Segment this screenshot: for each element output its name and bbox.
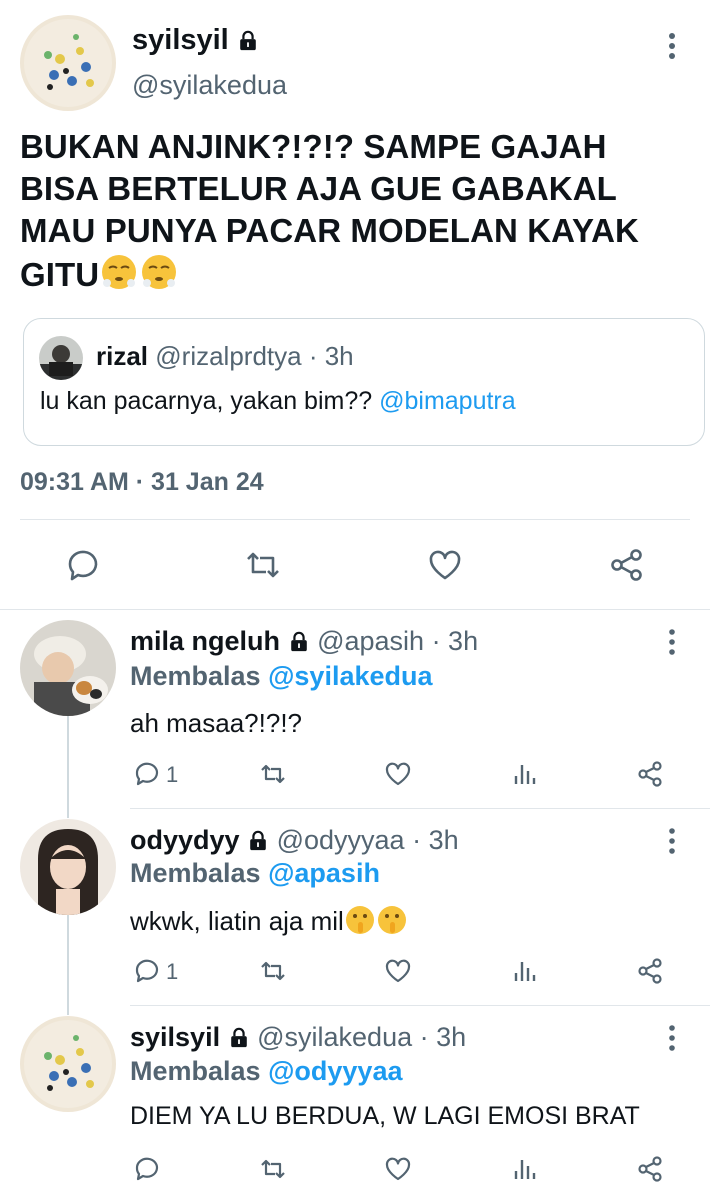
analytics-icon[interactable] xyxy=(511,1155,539,1183)
quoted-author-name: rizal xyxy=(96,341,149,371)
face-with-steam-emoji xyxy=(99,252,139,292)
analytics-icon[interactable] xyxy=(511,957,539,985)
like-icon[interactable] xyxy=(426,546,464,584)
retweet-icon[interactable] xyxy=(259,1155,287,1183)
reply-time: · 3h xyxy=(431,626,479,656)
shushing-face-emoji xyxy=(344,904,376,936)
more-options-icon[interactable] xyxy=(662,827,682,855)
shushing-face-emoji xyxy=(376,904,408,936)
reply-avatar[interactable] xyxy=(20,620,116,716)
quoted-time: · 3h xyxy=(308,341,354,371)
like-icon[interactable] xyxy=(384,760,412,788)
thread-line xyxy=(67,716,69,818)
reply-author-handle[interactable]: @syilakedua xyxy=(257,1022,412,1052)
lock-icon xyxy=(250,830,266,851)
tweet-text: BUKAN ANJINK?!?!? SAMPE GAJAH BISA BERTE… xyxy=(20,126,690,296)
quoted-text: lu kan pacarnya, yakan bim?? xyxy=(40,387,373,415)
replying-label: Membalas xyxy=(130,661,261,691)
reply-count: 1 xyxy=(166,762,179,787)
reply-text: wkwk, liatin aja mil xyxy=(130,904,408,937)
more-options-icon[interactable] xyxy=(662,1024,682,1052)
reply-icon[interactable] xyxy=(133,957,161,985)
reply-icon[interactable] xyxy=(133,1155,161,1183)
retweet-icon[interactable] xyxy=(244,546,282,584)
reply-author-name[interactable]: odyydyy xyxy=(130,825,240,855)
author-handle[interactable]: @syilakedua xyxy=(132,70,287,101)
lock-icon xyxy=(230,1027,247,1048)
author-avatar[interactable] xyxy=(20,15,116,111)
more-options-icon[interactable] xyxy=(662,628,682,656)
replying-label: Membalas xyxy=(130,858,261,888)
reply-text: ah masaa?!?!? xyxy=(130,708,303,738)
author-name[interactable]: syilsyil xyxy=(132,24,229,57)
retweet-icon[interactable] xyxy=(259,760,287,788)
replying-to-link[interactable]: @odyyyaa xyxy=(268,1056,402,1086)
quoted-mention-link[interactable]: @bimaputra xyxy=(379,387,516,415)
retweet-icon[interactable] xyxy=(259,957,287,985)
quoted-author-handle: @rizalprdtya xyxy=(155,341,302,371)
share-icon[interactable] xyxy=(608,546,646,584)
reply-text: DIEM YA LU BERDUA, W LAGI EMOSI BRAT xyxy=(130,1102,640,1130)
replying-to-link[interactable]: @apasih xyxy=(268,858,380,888)
reply-time: · 3h xyxy=(419,1022,467,1052)
share-icon[interactable] xyxy=(636,957,664,985)
replying-to-link[interactable]: @syilakedua xyxy=(268,661,432,691)
reply-author-name[interactable]: mila ngeluh xyxy=(130,626,280,656)
reply-icon[interactable] xyxy=(64,546,102,584)
face-with-steam-emoji xyxy=(139,252,179,292)
reply-avatar[interactable] xyxy=(20,1016,116,1112)
more-options-icon[interactable] xyxy=(660,31,684,61)
like-icon[interactable] xyxy=(384,1155,412,1183)
reply-author-handle[interactable]: @odyyyaa xyxy=(277,825,405,855)
tweet-timestamp[interactable]: 09:31 AM · 31 Jan 24 xyxy=(20,468,264,497)
reply-avatar[interactable] xyxy=(20,819,116,915)
reply-time: · 3h xyxy=(412,825,459,855)
quoted-tweet-card[interactable]: rizal @rizalprdtya · 3h lu kan pacarnya,… xyxy=(23,318,705,446)
reply-author-name[interactable]: syilsyil xyxy=(130,1022,220,1052)
reply-icon[interactable] xyxy=(133,760,161,788)
divider xyxy=(0,609,710,610)
lock-icon xyxy=(239,30,256,50)
reply-text-content: wkwk, liatin aja mil xyxy=(130,906,344,936)
divider xyxy=(130,808,710,809)
reply-author-handle[interactable]: @apasih xyxy=(317,626,424,656)
share-icon[interactable] xyxy=(636,760,664,788)
quoted-author-avatar xyxy=(39,336,83,380)
share-icon[interactable] xyxy=(636,1155,664,1183)
replying-label: Membalas xyxy=(130,1056,261,1086)
divider xyxy=(20,519,690,520)
analytics-icon[interactable] xyxy=(511,760,539,788)
like-icon[interactable] xyxy=(384,957,412,985)
thread-line xyxy=(67,915,69,1015)
lock-icon xyxy=(290,631,307,652)
divider xyxy=(130,1005,710,1006)
reply-count: 1 xyxy=(166,959,179,984)
